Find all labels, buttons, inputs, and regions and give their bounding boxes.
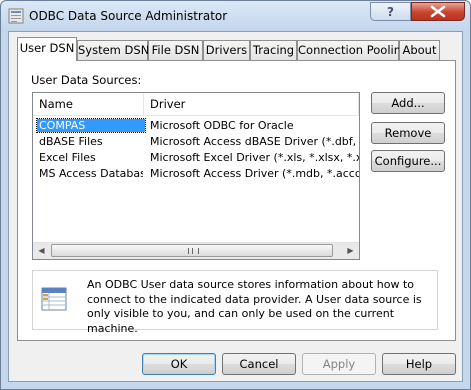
info-box: An ODBC User data source stores informat… — [32, 270, 438, 335]
title-bar[interactable]: ODBC Data Source Administrator ? — [1, 1, 470, 31]
close-icon — [430, 5, 446, 18]
cancel-button[interactable]: Cancel — [222, 353, 296, 375]
title-help-button[interactable]: ? — [370, 2, 411, 21]
apply-button[interactable]: Apply — [302, 353, 376, 375]
info-text: An ODBC User data source stores informat… — [87, 278, 422, 335]
scroll-right-arrow-icon[interactable]: ▶ — [342, 243, 359, 259]
data-source-table-icon — [41, 287, 67, 311]
scroll-left-arrow-icon[interactable]: ◀ — [33, 243, 50, 259]
horizontal-scrollbar[interactable]: ◀ ▶ — [33, 242, 359, 259]
list-item-driver: Microsoft Access dBASE Driver (*.dbf, *.… — [150, 135, 359, 148]
list-item[interactable]: Excel Files Microsoft Excel Driver (*.xl… — [33, 150, 359, 166]
tab-about[interactable]: About — [399, 40, 440, 60]
help-button[interactable]: Help — [382, 353, 456, 375]
column-header-driver[interactable]: Driver — [144, 93, 359, 116]
remove-button[interactable]: Remove — [371, 122, 445, 144]
list-item-driver: Microsoft Excel Driver (*.xls, *.xlsx, *… — [150, 151, 359, 164]
column-header-name[interactable]: Name — [33, 93, 144, 116]
list-item-name: MS Access Database — [39, 167, 143, 180]
scrollbar-grip-icon — [188, 248, 199, 254]
list-item-driver: Microsoft ODBC for Oracle — [150, 119, 294, 132]
configure-button[interactable]: Configure... — [371, 150, 445, 172]
scrollbar-thumb[interactable] — [51, 244, 333, 257]
tab-tracing[interactable]: Tracing — [250, 40, 297, 60]
dialog-client: User DSN System DSN File DSN Drivers Tra… — [8, 31, 463, 382]
add-button[interactable]: Add... — [371, 92, 445, 114]
list-item[interactable]: MS Access Database Microsoft Access Driv… — [33, 166, 359, 182]
tab-drivers[interactable]: Drivers — [203, 40, 250, 60]
list-item-name: dBASE Files — [39, 135, 103, 148]
tab-system-dsn[interactable]: System DSN — [77, 40, 149, 60]
close-button[interactable] — [411, 2, 465, 21]
user-data-sources-list[interactable]: Name Driver COMPAS Microsoft ODBC for Or… — [32, 92, 360, 260]
list-item[interactable]: dBASE Files Microsoft Access dBASE Drive… — [33, 134, 359, 150]
list-item-name: Excel Files — [39, 151, 96, 164]
user-dsn-panel: User Data Sources: Name Driver COMPAS Mi… — [17, 60, 456, 341]
dialog-window: ODBC Data Source Administrator ? User DS… — [0, 0, 471, 390]
odbc-admin-icon — [8, 8, 24, 24]
list-item-name: COMPAS — [36, 118, 146, 133]
user-data-sources-label: User Data Sources: — [31, 73, 142, 87]
tab-file-dsn[interactable]: File DSN — [148, 40, 203, 60]
tab-user-dsn[interactable]: User DSN — [17, 37, 77, 61]
ok-button[interactable]: OK — [142, 353, 216, 375]
tab-connection-pooling[interactable]: Connection Pooling — [297, 40, 408, 60]
window-title: ODBC Data Source Administrator — [29, 9, 228, 23]
list-item-driver: Microsoft Access Driver (*.mdb, *.accdb) — [150, 167, 359, 180]
list-item[interactable]: COMPAS Microsoft ODBC for Oracle — [33, 118, 359, 134]
